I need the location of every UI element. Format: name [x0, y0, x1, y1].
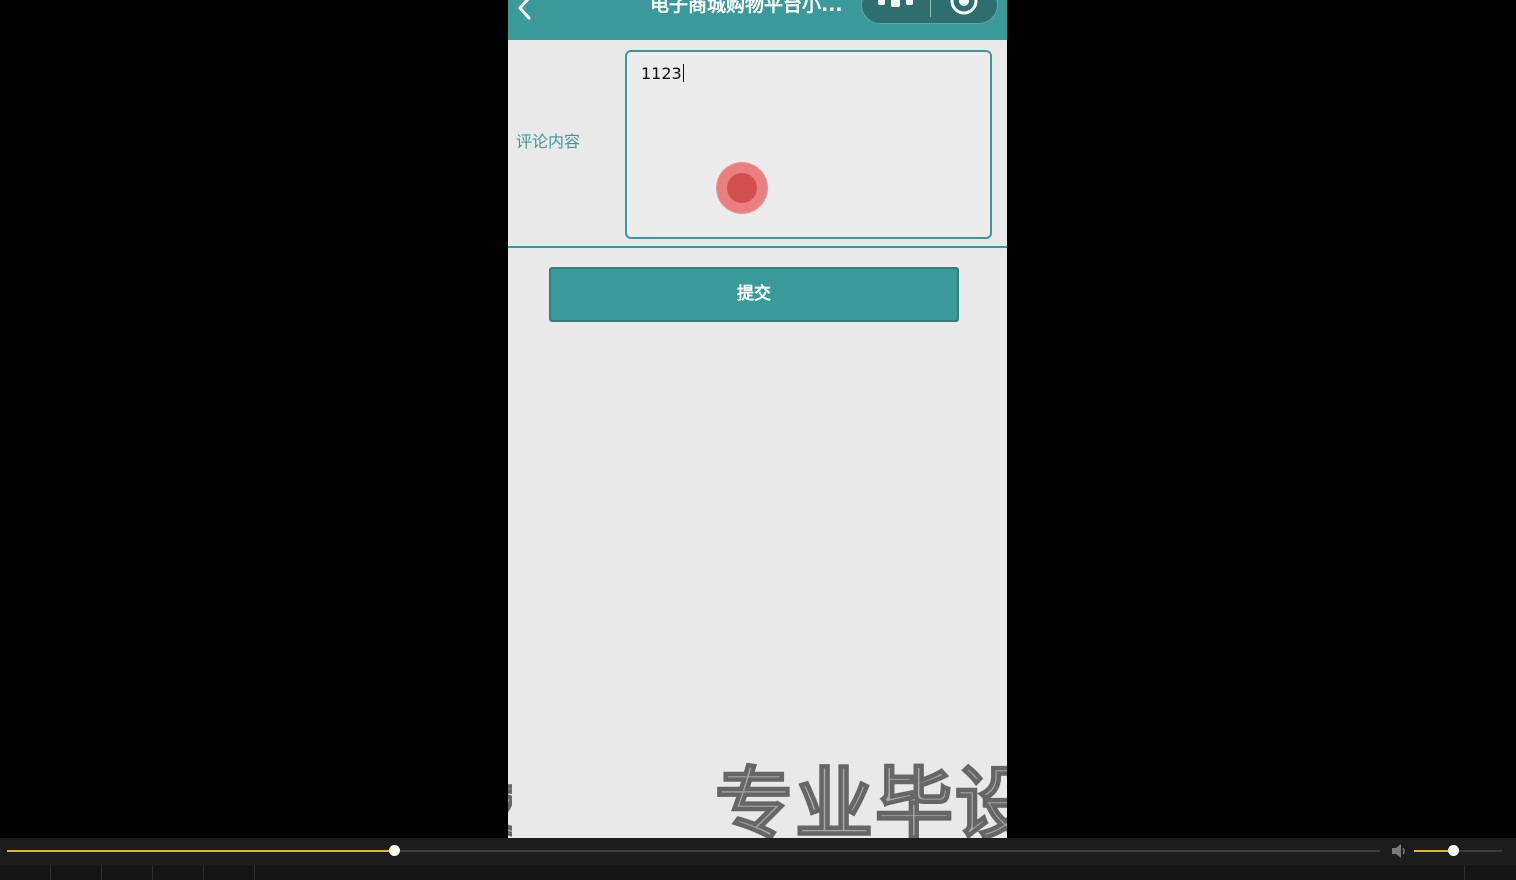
toolbar-button-3[interactable]: [101, 865, 153, 880]
watermark-fragment: 设: [508, 766, 512, 838]
more-dots-icon: [878, 0, 913, 7]
comment-text-value: 1123: [641, 64, 684, 84]
comment-textarea[interactable]: 1123: [625, 50, 992, 239]
back-button[interactable]: [512, 0, 540, 24]
player-toolbar: [0, 865, 1516, 880]
comment-form-row: 评论内容 1123: [508, 40, 1007, 248]
watermark-text: 专业毕设: [714, 759, 1007, 838]
text-caret: [682, 64, 684, 82]
comment-label: 评论内容: [516, 132, 581, 151]
progress-bar[interactable]: [7, 845, 1380, 856]
toolbar-button-1[interactable]: [0, 865, 51, 880]
toolbar-button-4[interactable]: [152, 865, 204, 880]
volume-slider[interactable]: [1414, 845, 1502, 856]
capsule-close-button[interactable]: [948, 0, 980, 21]
volume-button[interactable]: [1390, 843, 1408, 859]
click-indicator: [717, 163, 767, 213]
page-title: 电子商城购物平台小...: [650, 0, 843, 16]
click-indicator-core: [727, 173, 757, 203]
submit-button[interactable]: 提交: [549, 267, 959, 322]
chevron-left-icon: [518, 0, 531, 20]
toolbar-button-6[interactable]: [1464, 865, 1516, 880]
speaker-icon: [1392, 844, 1405, 858]
screen: 电子商城购物平台小... 评论内容 1123 提交 专业毕设: [0, 0, 1516, 880]
target-circle-icon: [950, 0, 978, 15]
volume-handle[interactable]: [1448, 845, 1459, 856]
toolbar-button-2[interactable]: [50, 865, 102, 880]
progress-handle[interactable]: [389, 845, 400, 856]
progress-fill: [7, 850, 394, 852]
video-player-controls: [0, 838, 1516, 880]
menu-capsule: [861, 0, 998, 24]
toolbar-button-5[interactable]: [203, 865, 255, 880]
mini-program-page: 电子商城购物平台小... 评论内容 1123 提交 专业毕设: [508, 0, 1007, 838]
capsule-menu-button[interactable]: [876, 0, 916, 15]
navigation-bar: 电子商城购物平台小...: [508, 0, 1007, 40]
comment-value: 1123: [641, 64, 682, 83]
capsule-divider: [930, 0, 931, 17]
